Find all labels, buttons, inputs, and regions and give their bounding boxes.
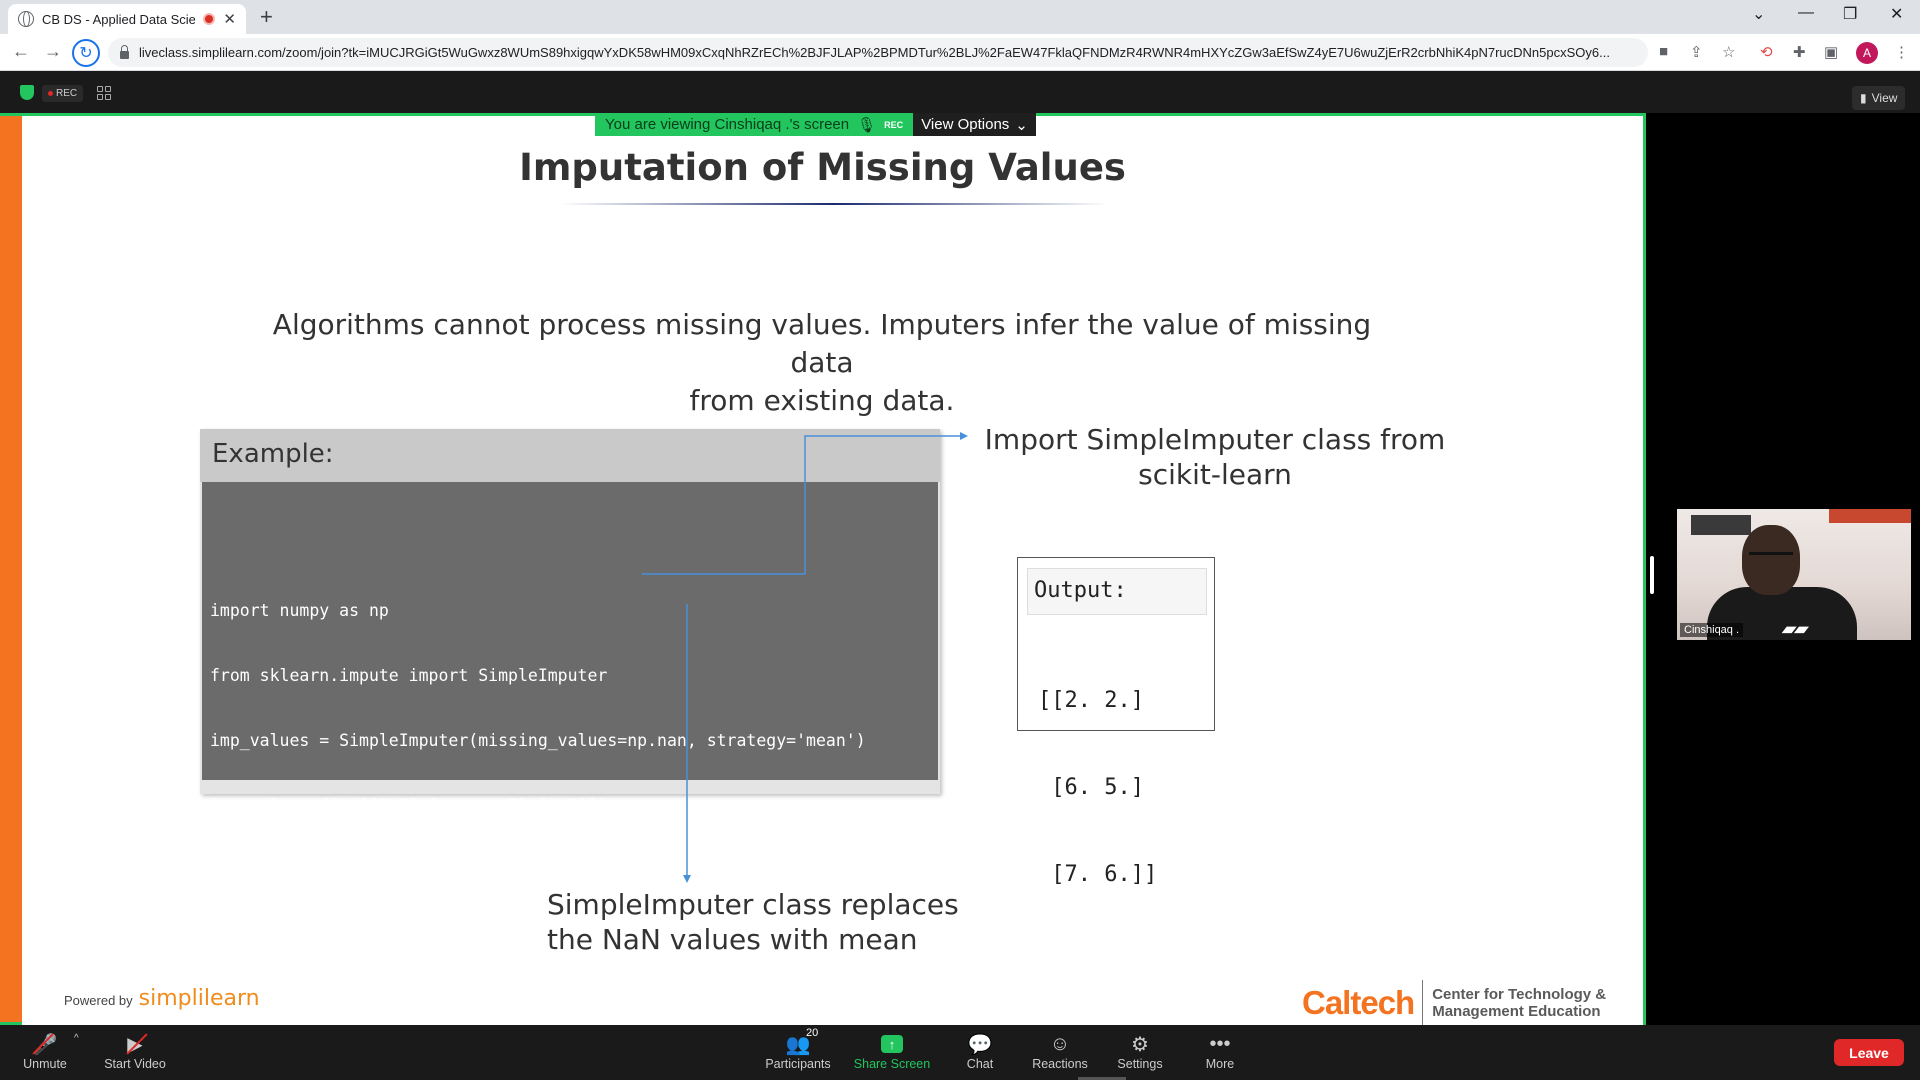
connector-lines — [642, 432, 968, 883]
viewing-rec-label: REC — [884, 119, 904, 130]
gear-icon: ⚙ — [1131, 1033, 1149, 1056]
caltech-name: Caltech — [1302, 984, 1415, 1021]
replace-connector-arrow — [683, 875, 691, 883]
security-shield-icon[interactable] — [20, 85, 34, 100]
video-background-art — [1829, 509, 1911, 523]
caltech-logo: Caltech Center for Technology & Manageme… — [1302, 980, 1612, 1026]
video-background-shelf — [1691, 515, 1751, 535]
browser-toolbar: ← → ↻ liveclass.simplilearn.com/zoom/joi… — [0, 34, 1920, 71]
forward-button[interactable]: → — [44, 41, 62, 62]
reactions-icon: ☺ — [1049, 1032, 1071, 1055]
view-options-button[interactable]: View Options ⌄ — [913, 113, 1036, 136]
reactions-label: Reactions — [1032, 1057, 1088, 1071]
tab-title: CB DS - Applied Data Scienc — [42, 11, 196, 27]
view-options-label: View Options — [921, 116, 1010, 133]
presentation-slide: Imputation of Missing Values Algorithms … — [22, 116, 1643, 1026]
chat-label: Chat — [966, 1057, 994, 1071]
url-text: liveclass.simplilearn.com/zoom/join?tk=i… — [139, 45, 1610, 60]
zoom-top-bar: REC ▮ View — [0, 71, 1920, 113]
microphone-muted-icon: 🎤 — [32, 1033, 58, 1056]
back-button[interactable]: ← — [12, 41, 30, 62]
share-screen-icon: ↑ — [881, 1035, 903, 1053]
caltech-subtitle: Center for Technology & Management Educa… — [1432, 986, 1612, 1020]
participant-glasses — [1749, 552, 1793, 560]
chat-icon: 💬 — [967, 1033, 993, 1056]
unmute-label: Unmute — [23, 1057, 67, 1071]
import-connector-line — [642, 435, 962, 575]
maximize-button[interactable]: ❐ — [1843, 4, 1857, 24]
panel-resize-handle[interactable] — [1650, 556, 1654, 594]
shared-screen-frame: Imputation of Missing Values Algorithms … — [0, 113, 1646, 1026]
share-icon[interactable]: ⇪ — [1690, 43, 1703, 61]
simplilearn-logo: simplilearn — [138, 986, 260, 1011]
recording-label: REC — [56, 88, 78, 99]
participants-label: Participants — [765, 1057, 831, 1071]
share-screen-label: Share Screen — [853, 1057, 931, 1071]
address-bar[interactable]: liveclass.simplilearn.com/zoom/join?tk=i… — [108, 38, 1648, 67]
participant-head — [1742, 525, 1800, 595]
caltech-divider — [1422, 980, 1424, 1026]
viewing-screen-notice: You are viewing Cinshiqaq .'s screen 🎙 R… — [595, 113, 914, 136]
gallery-grid-icon[interactable] — [97, 86, 111, 100]
chevron-down-icon: ⌄ — [1015, 116, 1028, 134]
minimize-button[interactable]: — — [1798, 4, 1814, 22]
caltech-sub-line-2: Management Education — [1432, 1003, 1601, 1020]
profile-avatar[interactable]: A — [1856, 42, 1878, 64]
audio-options-caret-icon[interactable]: ^ — [74, 1033, 79, 1044]
extensions-puzzle-icon[interactable]: ✚ — [1793, 43, 1806, 61]
side-panel-icon[interactable]: ▣ — [1824, 43, 1838, 61]
import-connector-arrow — [960, 432, 968, 440]
record-dot-icon — [48, 91, 53, 96]
settings-button[interactable]: ⚙ Settings — [1095, 1031, 1185, 1072]
caltech-sub-line-1: Center for Technology & — [1432, 986, 1607, 1003]
participant-name: Cinshiqaq . — [1680, 623, 1744, 637]
close-window-button[interactable]: ✕ — [1890, 4, 1903, 24]
settings-label: Settings — [1117, 1057, 1163, 1071]
more-dots-icon: ••• — [1209, 1032, 1231, 1055]
start-video-label: Start Video — [104, 1057, 166, 1071]
powered-by-label: Powered by — [64, 993, 133, 1008]
camera-icon[interactable]: ■ — [1659, 43, 1668, 60]
participant-video-tile[interactable]: ▰▰ Cinshiqaq . — [1677, 509, 1911, 640]
recording-indicator-icon — [203, 13, 216, 25]
participants-button[interactable]: 👥 20 Participants — [753, 1027, 843, 1071]
viewing-screen-text: You are viewing Cinshiqaq .'s screen — [605, 116, 850, 133]
chat-button[interactable]: 💬 Chat — [935, 1031, 1025, 1072]
video-off-icon: ▶ — [127, 1033, 143, 1056]
extension-icon[interactable]: ⟲ — [1760, 43, 1773, 61]
view-label: View — [1871, 91, 1898, 105]
reactions-button[interactable]: ☺ Reactions — [1015, 1031, 1105, 1072]
browser-tab-bar: CB DS - Applied Data Scienc ✕ + ⌄ — ❐ ✕ — [0, 0, 1920, 34]
zoom-control-bar: 🎤 Unmute ^ ▶ Start Video 👥 20 Participant… — [0, 1025, 1920, 1080]
view-layout-icon: ▮ — [1860, 91, 1867, 105]
new-tab-button[interactable]: + — [260, 4, 273, 30]
participant-shirt-print: ▰▰ — [1782, 621, 1807, 638]
participant-count-badge: 20 — [806, 1027, 819, 1039]
recording-badge: REC — [42, 85, 84, 102]
browser-menu-icon[interactable]: ⋮ — [1894, 43, 1909, 61]
start-video-button[interactable]: ▶ Start Video — [90, 1031, 180, 1072]
more-button[interactable]: ••• More — [1175, 1031, 1265, 1072]
mic-muted-icon: 🎙 — [857, 116, 877, 134]
share-screen-button[interactable]: ↑ Share Screen — [847, 1031, 937, 1071]
view-button[interactable]: ▮ View — [1852, 86, 1906, 110]
browser-tab[interactable]: CB DS - Applied Data Scienc ✕ — [8, 4, 246, 34]
lock-icon — [120, 44, 129, 59]
more-label: More — [1205, 1057, 1235, 1071]
tab-search-icon[interactable]: ⌄ — [1752, 4, 1765, 24]
powered-by-simplilearn: Powered by simplilearn — [64, 986, 260, 1011]
close-tab-icon[interactable]: ✕ — [223, 10, 236, 28]
reload-button[interactable]: ↻ — [72, 39, 100, 67]
viewing-screen-banner: You are viewing Cinshiqaq .'s screen 🎙 R… — [595, 113, 1036, 136]
globe-icon — [18, 11, 34, 27]
leave-button[interactable]: Leave — [1834, 1039, 1904, 1066]
bookmark-star-icon[interactable]: ☆ — [1722, 43, 1735, 61]
